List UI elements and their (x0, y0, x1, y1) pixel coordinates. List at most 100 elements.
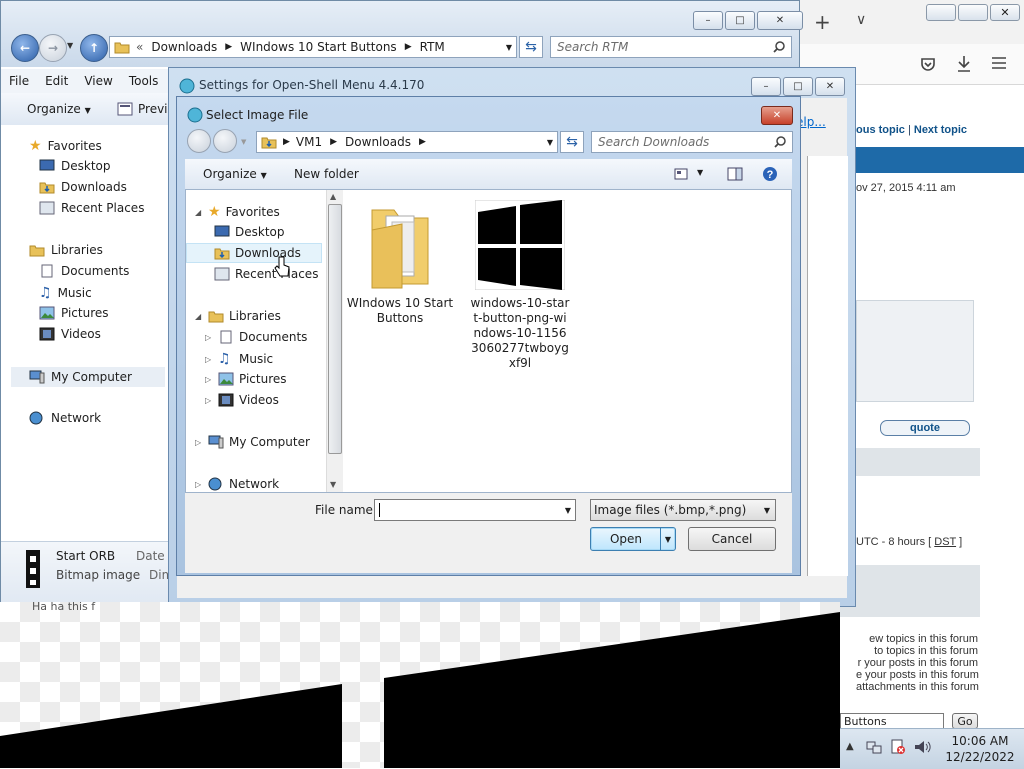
search-icon[interactable] (773, 41, 785, 53)
overflow-chevron-icon[interactable]: « (136, 40, 143, 54)
nav-libraries[interactable]: Libraries (29, 243, 103, 257)
expand-arrow-icon[interactable]: ◢ (195, 208, 203, 217)
expand-arrow-icon[interactable]: ◢ (195, 312, 203, 321)
dialog-search-input[interactable]: Search Downloads (591, 131, 793, 153)
address-dropdown-icon[interactable]: ▼ (547, 138, 553, 147)
quote-button[interactable]: quote (880, 420, 970, 436)
tree-my-computer[interactable]: ▷ My Computer (195, 435, 310, 449)
tree-network[interactable]: ▷ Network (195, 477, 279, 491)
tree-documents[interactable]: ▷ Documents (205, 330, 307, 344)
close-button[interactable]: ✕ (990, 4, 1020, 21)
menu-edit[interactable]: Edit (37, 74, 76, 88)
help-icon[interactable]: ? (762, 166, 778, 182)
breadcrumb-separator-icon[interactable]: ▶ (405, 42, 412, 52)
back-button[interactable]: ← (11, 34, 39, 62)
collapse-arrow-icon[interactable]: ▷ (195, 438, 203, 447)
hamburger-menu-icon[interactable] (992, 57, 1006, 69)
forward-button[interactable]: → (39, 34, 67, 62)
filename-input[interactable]: ▼ (374, 499, 576, 521)
refresh-button[interactable]: ⇆ (519, 36, 543, 58)
tree-downloads[interactable]: Downloads (186, 243, 322, 263)
nav-favorites[interactable]: ★ Favorites (29, 138, 102, 154)
close-button[interactable]: ✕ (815, 77, 845, 96)
collapse-arrow-icon[interactable]: ▷ (205, 333, 213, 342)
up-folder-button[interactable]: ↑ (80, 34, 108, 62)
tab-list-chevron-icon[interactable]: ∨ (856, 12, 866, 28)
breadcrumb-separator-icon[interactable]: ▶ (225, 42, 232, 52)
nav-music[interactable]: ♫ Music (39, 285, 92, 301)
breadcrumb-item[interactable]: WIndows 10 Start Buttons (240, 40, 397, 54)
previous-topic-link[interactable]: ous topic (856, 124, 905, 136)
tree-favorites[interactable]: ◢ ★ Favorites (195, 204, 280, 220)
next-topic-link[interactable]: Next topic (914, 124, 967, 136)
new-folder-button[interactable]: New folder (294, 167, 359, 181)
maximize-button[interactable] (958, 4, 988, 21)
collapse-arrow-icon[interactable]: ▷ (205, 375, 213, 384)
nav-network[interactable]: Network (29, 411, 101, 425)
nav-desktop[interactable]: Desktop (39, 159, 111, 173)
tree-libraries[interactable]: ◢ Libraries (195, 309, 281, 323)
open-split-arrow-icon[interactable]: ▼ (660, 528, 675, 550)
view-options-icon[interactable] (674, 168, 688, 180)
search-icon[interactable] (774, 136, 786, 148)
scroll-down-arrow-icon[interactable]: ▼ (330, 480, 336, 489)
breadcrumb-item[interactable]: RTM (420, 40, 445, 54)
minimize-button[interactable]: – (693, 11, 723, 30)
nav-recent-places[interactable]: Recent Places (39, 201, 144, 215)
collapse-arrow-icon[interactable]: ▷ (205, 396, 213, 405)
cancel-button[interactable]: Cancel (688, 527, 776, 551)
nav-videos[interactable]: Videos (39, 327, 101, 341)
collapse-arrow-icon[interactable]: ▷ (205, 355, 213, 364)
clock[interactable]: 10:06 AM 12/22/2022 (938, 733, 1022, 765)
refresh-button[interactable]: ⇆ (560, 131, 584, 153)
nav-documents[interactable]: Documents (39, 264, 129, 278)
nav-my-computer[interactable]: My Computer (11, 367, 165, 387)
recent-pages-chevron-icon[interactable]: ▼ (241, 138, 246, 146)
menu-view[interactable]: View (76, 74, 120, 88)
tree-recent-places[interactable]: Recent Places (214, 267, 318, 281)
tree-music[interactable]: ▷ ♫ Music (205, 351, 273, 367)
breadcrumb-item[interactable]: Downloads (345, 135, 411, 149)
breadcrumb-separator-icon[interactable]: ▶ (419, 137, 426, 147)
file-item-image[interactable]: windows-10-start-button-png-windows-10-1… (470, 200, 570, 370)
nav-tree-scrollbar[interactable]: ▲ ▼ (326, 190, 343, 492)
dialog-address-bar[interactable]: ▶ VM1 ▶ Downloads ▶ ▼ (256, 131, 558, 153)
new-tab-button[interactable]: + (814, 10, 831, 34)
file-item-folder[interactable]: WIndows 10 Start Buttons (346, 200, 454, 330)
filename-dropdown-icon[interactable]: ▼ (565, 506, 571, 515)
tree-desktop[interactable]: Desktop (214, 225, 285, 239)
jump-to-select[interactable]: Buttons (840, 713, 944, 729)
file-type-dropdown-icon[interactable]: ▼ (764, 506, 770, 515)
nav-downloads[interactable]: Downloads (39, 180, 127, 194)
action-center-icon[interactable] (890, 739, 906, 755)
preview-pane-icon[interactable] (727, 167, 743, 181)
breadcrumb-item[interactable]: VM1 (296, 135, 322, 149)
show-hidden-icons-icon[interactable]: ▲ (846, 741, 854, 752)
search-input[interactable]: Search RTM (550, 36, 792, 58)
view-dropdown-icon[interactable]: ▼ (697, 168, 703, 177)
collapse-arrow-icon[interactable]: ▷ (195, 480, 203, 489)
network-tray-icon[interactable] (866, 739, 882, 755)
menu-file[interactable]: File (1, 74, 37, 88)
maximize-button[interactable]: □ (783, 77, 813, 96)
maximize-button[interactable]: □ (725, 11, 755, 30)
address-bar[interactable]: « Downloads ▶ WIndows 10 Start Buttons ▶… (109, 36, 517, 58)
breadcrumb-separator-icon[interactable]: ▶ (330, 137, 337, 147)
breadcrumb-separator-icon[interactable]: ▶ (283, 137, 290, 147)
minimize-button[interactable] (926, 4, 956, 21)
tree-videos[interactable]: ▷ Videos (205, 393, 279, 407)
minimize-button[interactable]: – (751, 77, 781, 96)
breadcrumb-item[interactable]: Downloads (151, 40, 217, 54)
organize-button[interactable]: Organize ▼ (27, 102, 91, 116)
organize-button[interactable]: Organize ▼ (203, 167, 267, 181)
tree-pictures[interactable]: ▷ Pictures (205, 372, 287, 386)
go-button[interactable]: Go (952, 713, 978, 729)
pocket-icon[interactable] (920, 56, 936, 72)
scrollbar-thumb[interactable] (328, 204, 342, 454)
download-icon[interactable] (956, 55, 972, 73)
close-button[interactable]: ✕ (757, 11, 803, 30)
menu-tools[interactable]: Tools (121, 74, 167, 88)
file-type-select[interactable]: Image files (*.bmp,*.png) ▼ (590, 499, 776, 521)
forward-button[interactable] (213, 129, 237, 153)
back-button[interactable] (187, 129, 211, 153)
